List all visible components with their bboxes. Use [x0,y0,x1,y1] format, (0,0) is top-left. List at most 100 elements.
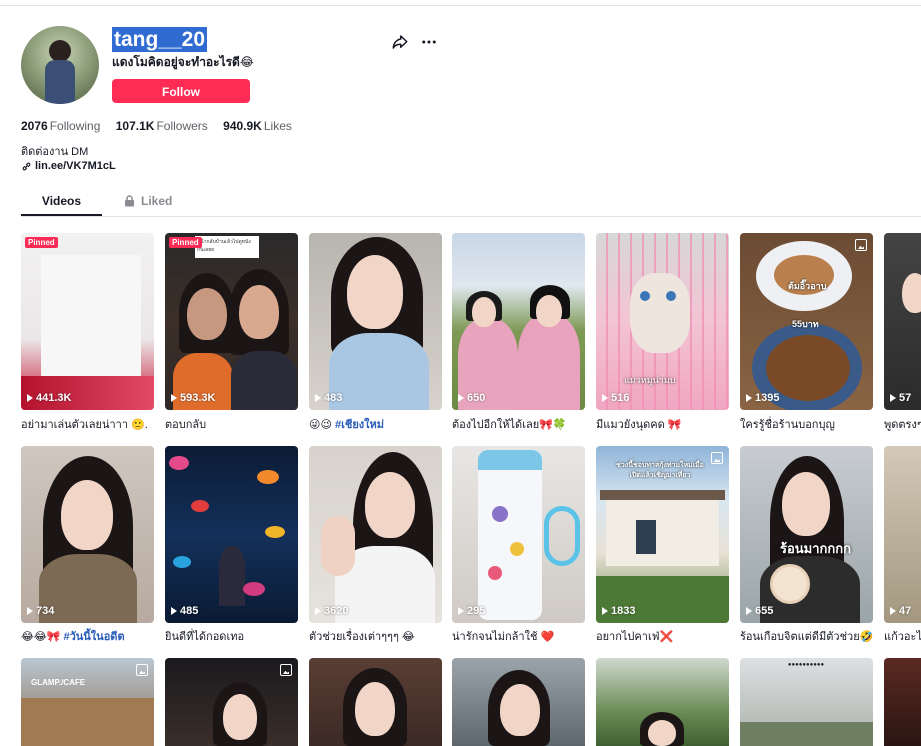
play-icon [890,607,896,615]
profile-stats: 2076 Following 107.1K Followers 940.9K Like… [21,119,304,133]
view-count-value: 655 [755,605,774,617]
video-caption[interactable]: แก้วอะไ [884,627,921,645]
profile-avatar[interactable] [21,26,99,104]
avatar-head [49,40,71,62]
video-card[interactable]: GLAMP./CAFE [21,658,154,746]
play-icon [746,394,752,402]
video-card[interactable]: ●●●●●●●●●● [740,658,873,746]
photo-carousel-icon [711,452,723,464]
profile-bio: ติดต่องาน DM [21,146,89,158]
tabs-divider [21,216,921,217]
view-count: 3620 [315,605,348,617]
view-count: 734 [27,605,54,617]
view-count-value: 1395 [755,392,780,404]
follow-button[interactable]: Follow [112,79,250,103]
play-icon [458,607,464,615]
play-icon [746,607,752,615]
view-count-value: 47 [899,605,912,617]
video-card[interactable]: Pinned 441.3K [21,233,154,410]
story-reply-bubble: หน้ากลับบ้านเล้วไปดูหนังกันเลยย [195,236,259,258]
video-caption-text: 😂😂🎀 [21,631,61,643]
video-card[interactable]: ต้มอิ๊วอาบ 55บาท 1395 [740,233,873,410]
video-card[interactable]: แมวหมูน่ามบ 516 [596,233,729,410]
profile-link[interactable]: lin.ee/VK7M1cL [21,160,116,172]
play-icon [27,394,33,402]
video-card[interactable] [309,658,442,746]
video-card[interactable]: ช่วงนี้ชอบทาสกุ้งท่ามใหม่เมื่อ เปิดแล้วเ… [596,446,729,623]
video-card[interactable]: 3620 [309,446,442,623]
play-icon [171,607,177,615]
likes-label: Likes [263,119,292,133]
play-icon [27,607,33,615]
likes-count: 940.9K [223,119,262,133]
play-icon [171,394,177,402]
video-caption[interactable]: อย่ามาเล่นตัวเลยน่าาา 🙂. [21,415,154,433]
video-card[interactable]: 734 [21,446,154,623]
more-options-icon[interactable] [420,33,438,51]
video-card[interactable]: 47 [884,446,921,623]
card-overlay-text: ต้มอิ๊วอาบ [788,281,827,291]
share-icon[interactable] [391,33,409,51]
view-count-value: 650 [467,392,486,404]
video-caption-text: 😜😉 [309,419,332,431]
view-count-value: 734 [36,605,55,617]
avatar-body [45,60,75,104]
view-count: 47 [890,605,911,617]
video-caption[interactable]: น่ารักจนไม่กล้าใช้ ❤️ [452,627,585,645]
video-card[interactable]: ร้อนมากกกก 655 [740,446,873,623]
play-icon [602,607,608,615]
hashtag-link[interactable]: #เชียงใหม่ [335,419,384,431]
video-card[interactable]: 485 [165,446,298,623]
video-card[interactable]: หน้ากลับบ้านเล้วไปดูหนังกันเลยย Pinned 5… [165,233,298,410]
story-reply-text: หน้ากลับบ้านเล้วไปดูหนังกันเลยย [197,239,251,253]
video-caption[interactable]: ตัวช่วยเรื่องเต่าๆๆๆ 😂 [309,627,442,645]
play-icon [315,607,321,615]
video-card[interactable]: 483 [309,233,442,410]
video-caption[interactable]: ใครรู้ชื่อร้านบอกบุญ [740,415,873,433]
video-caption[interactable]: 😂😂🎀 #วันนี้ในอดีต [21,627,154,645]
video-caption[interactable]: 😜😉 #เชียงใหม่ [309,415,442,433]
lock-icon [125,195,134,207]
video-card[interactable]: 295 [452,446,585,623]
profile-username: tang__20 [112,27,208,52]
tab-videos[interactable]: Videos [21,194,102,208]
video-caption[interactable]: พูดตรงๆ [884,415,921,433]
video-card[interactable] [884,658,921,746]
followers-label[interactable]: Followers [156,119,207,133]
video-card[interactable] [596,658,729,746]
video-caption[interactable]: ตอบกลับ [165,415,298,433]
card-overlay-sub: เปิดแล้วเชิญมาเที่ยว [629,472,691,479]
view-count: 650 [458,392,485,404]
video-card[interactable] [165,658,298,746]
pinned-badge: Pinned [25,237,58,248]
video-caption[interactable]: ยินดีที่ได้กอดเทอ [165,627,298,645]
view-count-value: 485 [180,605,199,617]
hashtag-link[interactable]: #วันนี้ในอดีต [63,631,124,643]
pinned-badge: Pinned [169,237,202,248]
card-overlay-text: GLAMP./CAFE [31,678,86,687]
video-caption[interactable]: มีแมวยังนุดคด 🎀 [596,415,729,433]
view-count-value: 441.3K [36,392,72,404]
view-count: 57 [890,392,911,404]
following-label[interactable]: Following [50,119,101,133]
top-divider [0,5,921,6]
play-icon [458,394,464,402]
video-caption[interactable]: ต้องไปอีกให้ได้เลย🎀🍀 [452,415,585,433]
video-card[interactable] [452,658,585,746]
link-icon [22,162,31,170]
view-count-value: 593.3K [180,392,216,404]
view-count-value: 483 [324,392,343,404]
photo-carousel-icon [855,239,867,251]
tab-liked-label: Liked [141,194,173,208]
tab-liked[interactable]: Liked [124,194,172,208]
video-card[interactable]: 650 [452,233,585,410]
play-icon [602,394,608,402]
card-overlay-price: 55บาท [792,319,819,329]
view-count: 1395 [746,392,779,404]
video-caption[interactable]: อยากไปคาเฟ่❌ [596,627,729,645]
photo-carousel-icon [280,664,292,676]
view-count: 1833 [602,605,635,617]
view-count-value: 516 [611,392,630,404]
video-caption[interactable]: ร้อนเกือบจิตแต่ดีมีตัวช่วย🤣 [740,627,873,645]
video-card[interactable]: 57 [884,233,921,410]
